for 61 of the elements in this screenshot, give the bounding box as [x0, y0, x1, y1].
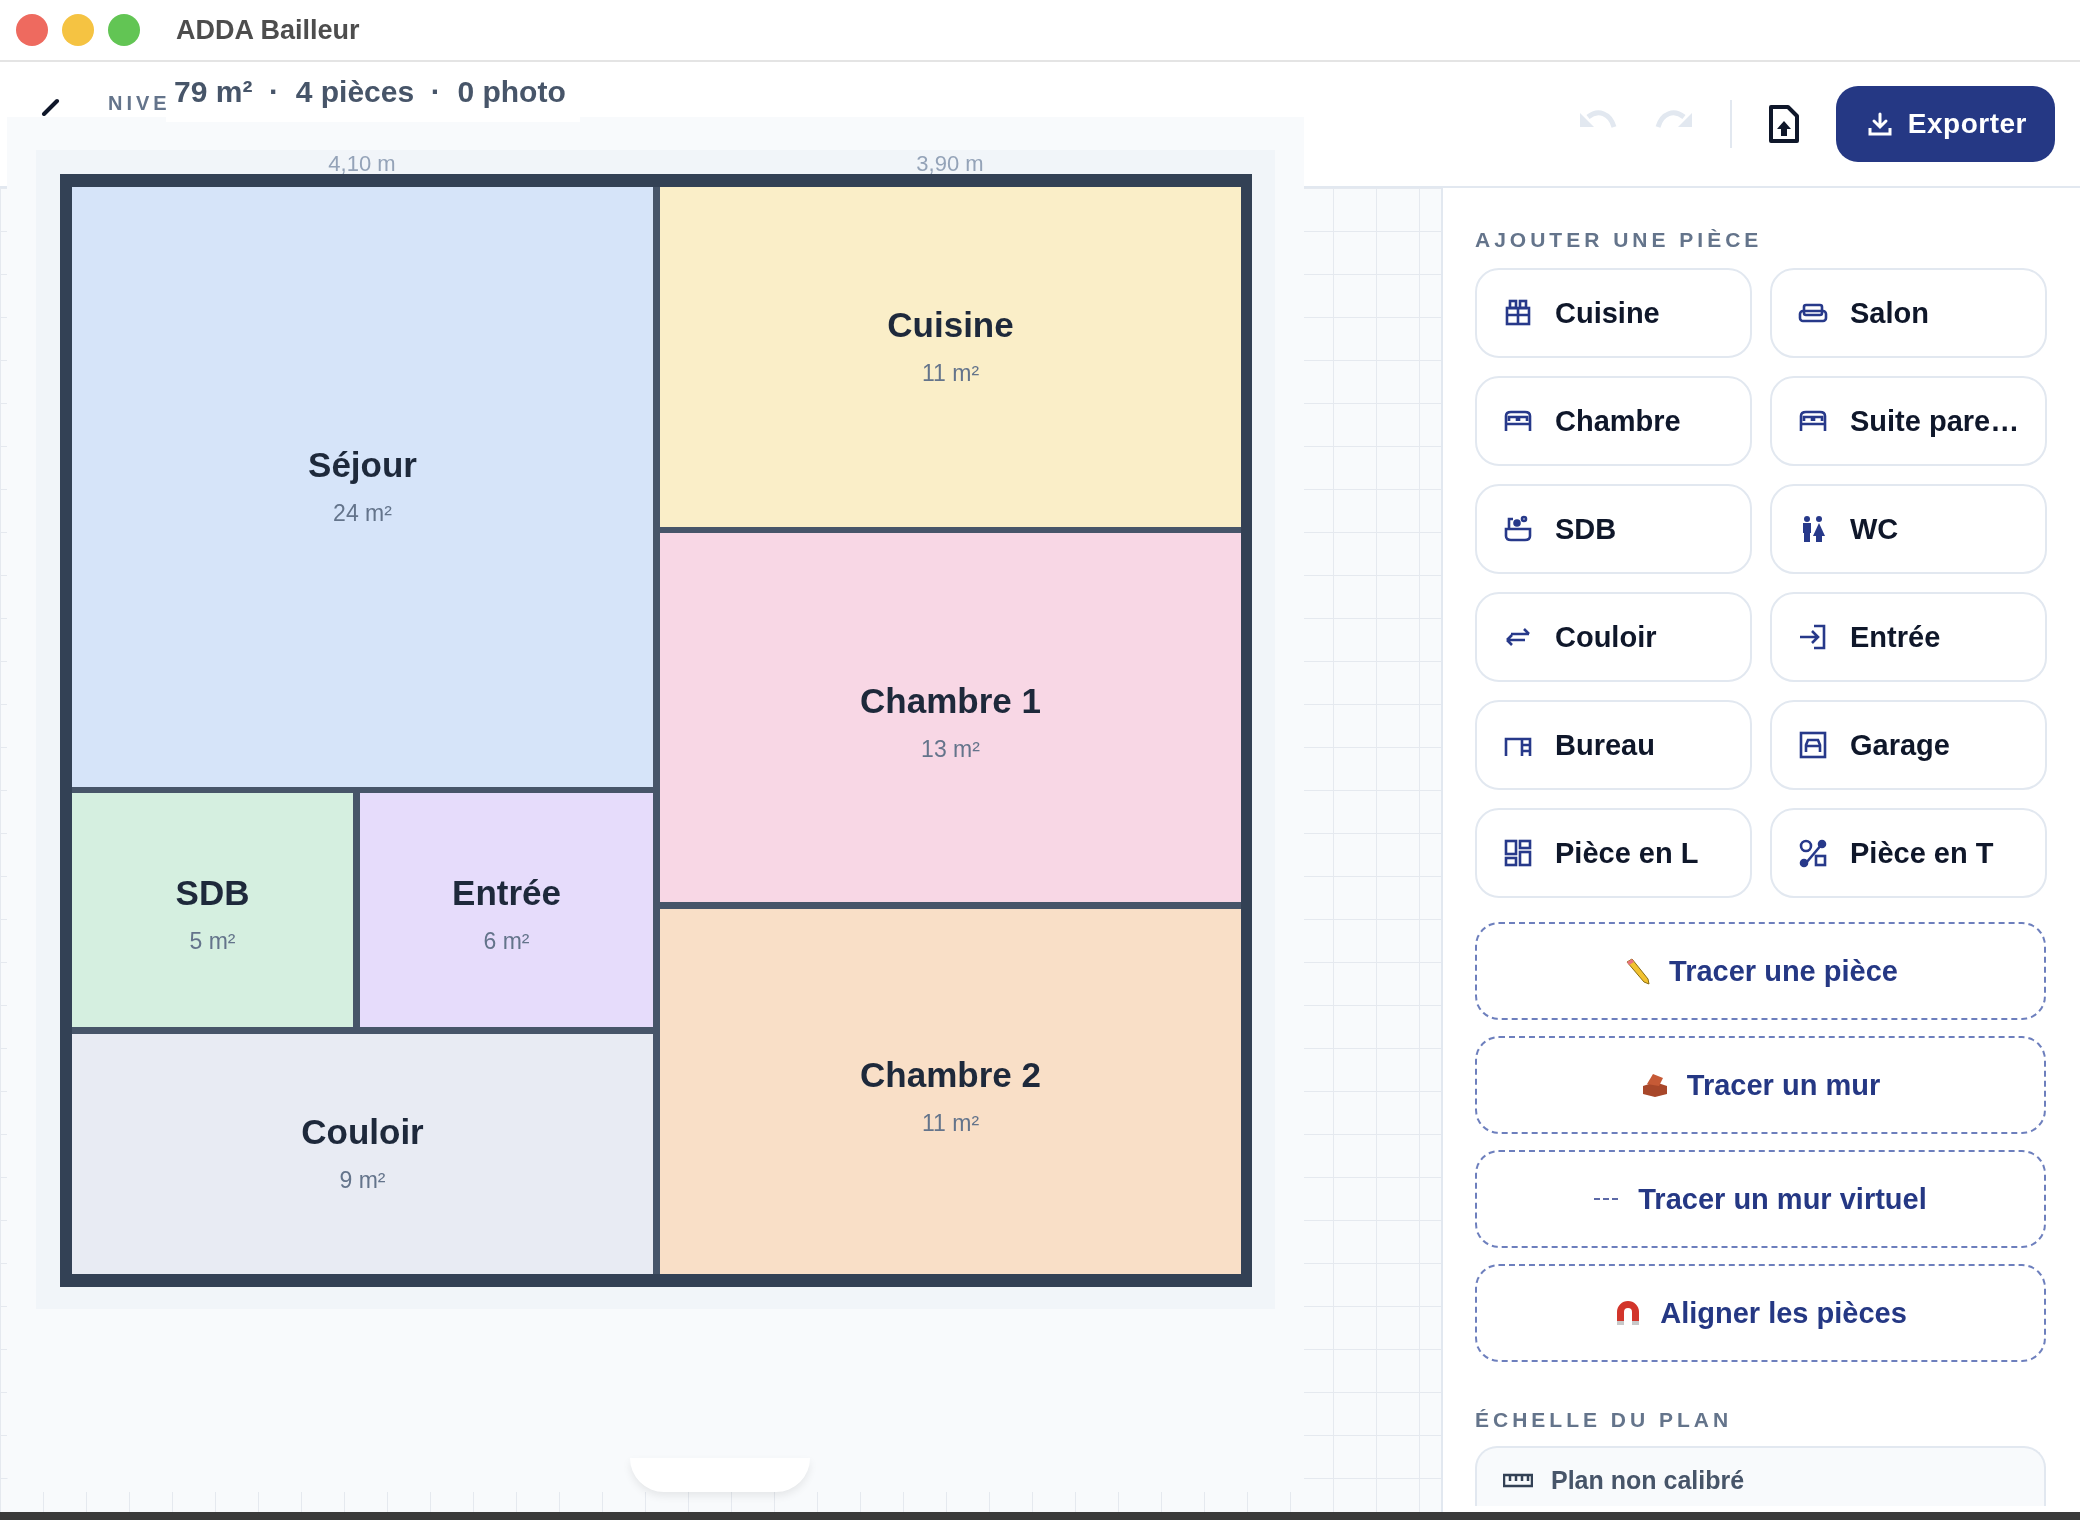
- room-area: 9 m²: [339, 1167, 386, 1193]
- room-name: Entrée: [452, 873, 561, 912]
- file-upload-icon[interactable]: [1767, 104, 1800, 144]
- room-type-button[interactable]: Entrée: [1770, 592, 2047, 682]
- room-type-button[interactable]: Cuisine: [1475, 268, 1752, 358]
- room[interactable]: [660, 187, 1241, 527]
- scale-status-card[interactable]: Plan non calibré: [1475, 1446, 2046, 1506]
- room-type-button[interactable]: Chambre: [1475, 376, 1752, 466]
- garage-icon: [1798, 730, 1828, 760]
- tool-button[interactable]: Tracer un mur virtuel: [1475, 1150, 2046, 1248]
- room-name: Chambre 1: [860, 680, 1041, 720]
- room-name: Séjour: [308, 445, 417, 484]
- room-area: 11 m²: [921, 360, 980, 386]
- bath-icon: [1503, 514, 1533, 544]
- tool-button[interactable]: Tracer un mur: [1475, 1036, 2046, 1134]
- room-area: 13 m²: [921, 735, 980, 762]
- room-name: SDB: [175, 873, 250, 912]
- room-type-button[interactable]: Pièce en L: [1475, 808, 1752, 898]
- enter-icon: [1798, 622, 1828, 652]
- back-icon[interactable]: [40, 98, 60, 116]
- room-type-button[interactable]: Suite pare…: [1770, 376, 2047, 466]
- dimension-label: 4,10 m: [328, 151, 396, 176]
- tool-button[interactable]: Aligner les pièces: [1475, 1264, 2046, 1362]
- tool-button[interactable]: Tracer une pièce: [1475, 922, 2046, 1020]
- minimize-button[interactable]: [62, 14, 94, 46]
- room[interactable]: [72, 793, 353, 1027]
- download-icon: [1867, 112, 1892, 136]
- scale-status: Plan non calibré: [1551, 1465, 1745, 1495]
- room-type-button[interactable]: Bureau: [1475, 700, 1752, 790]
- section-heading: AJOUTER UNE PIÈCE: [1475, 228, 1764, 252]
- room-type-button[interactable]: Salon: [1770, 268, 2047, 358]
- window-title: ADDA Bailleur: [176, 14, 360, 46]
- room-area: 24 m²: [333, 500, 392, 526]
- room[interactable]: [660, 909, 1241, 1274]
- room-area: 11 m²: [921, 1109, 980, 1136]
- room-name: Chambre 2: [860, 1054, 1041, 1094]
- room-name: Cuisine: [887, 305, 1014, 344]
- section-heading: ÉCHELLE DU PLAN: [1475, 1408, 1734, 1432]
- ruler-icon: [1503, 1472, 1533, 1488]
- dimension-label: 3,90 m: [916, 151, 984, 176]
- room-type-button[interactable]: Couloir: [1475, 592, 1752, 682]
- room[interactable]: [360, 793, 653, 1027]
- room[interactable]: [72, 187, 653, 787]
- room-name: Couloir: [301, 1112, 424, 1151]
- room[interactable]: [660, 533, 1241, 902]
- room-area: 6 m²: [483, 928, 530, 954]
- brick-icon: [1640, 1072, 1669, 1098]
- room-area: 5 m²: [189, 928, 236, 954]
- room-type-button[interactable]: SDB: [1475, 484, 1752, 574]
- room-type-button[interactable]: Garage: [1770, 700, 2047, 790]
- drawer-handle[interactable]: [630, 1458, 810, 1492]
- close-button[interactable]: [16, 14, 48, 46]
- room-type-button[interactable]: WC: [1770, 484, 2047, 574]
- export-button[interactable]: Exporter: [1835, 86, 2055, 162]
- grid-icon: [1503, 838, 1533, 868]
- percent-icon: [1798, 838, 1828, 868]
- room[interactable]: [72, 1034, 653, 1274]
- kitchen-icon: [1503, 298, 1533, 328]
- room-type-button[interactable]: Pièce en T: [1770, 808, 2047, 898]
- dashed-line-icon: [1594, 1196, 1621, 1202]
- zoom-button[interactable]: [108, 14, 140, 46]
